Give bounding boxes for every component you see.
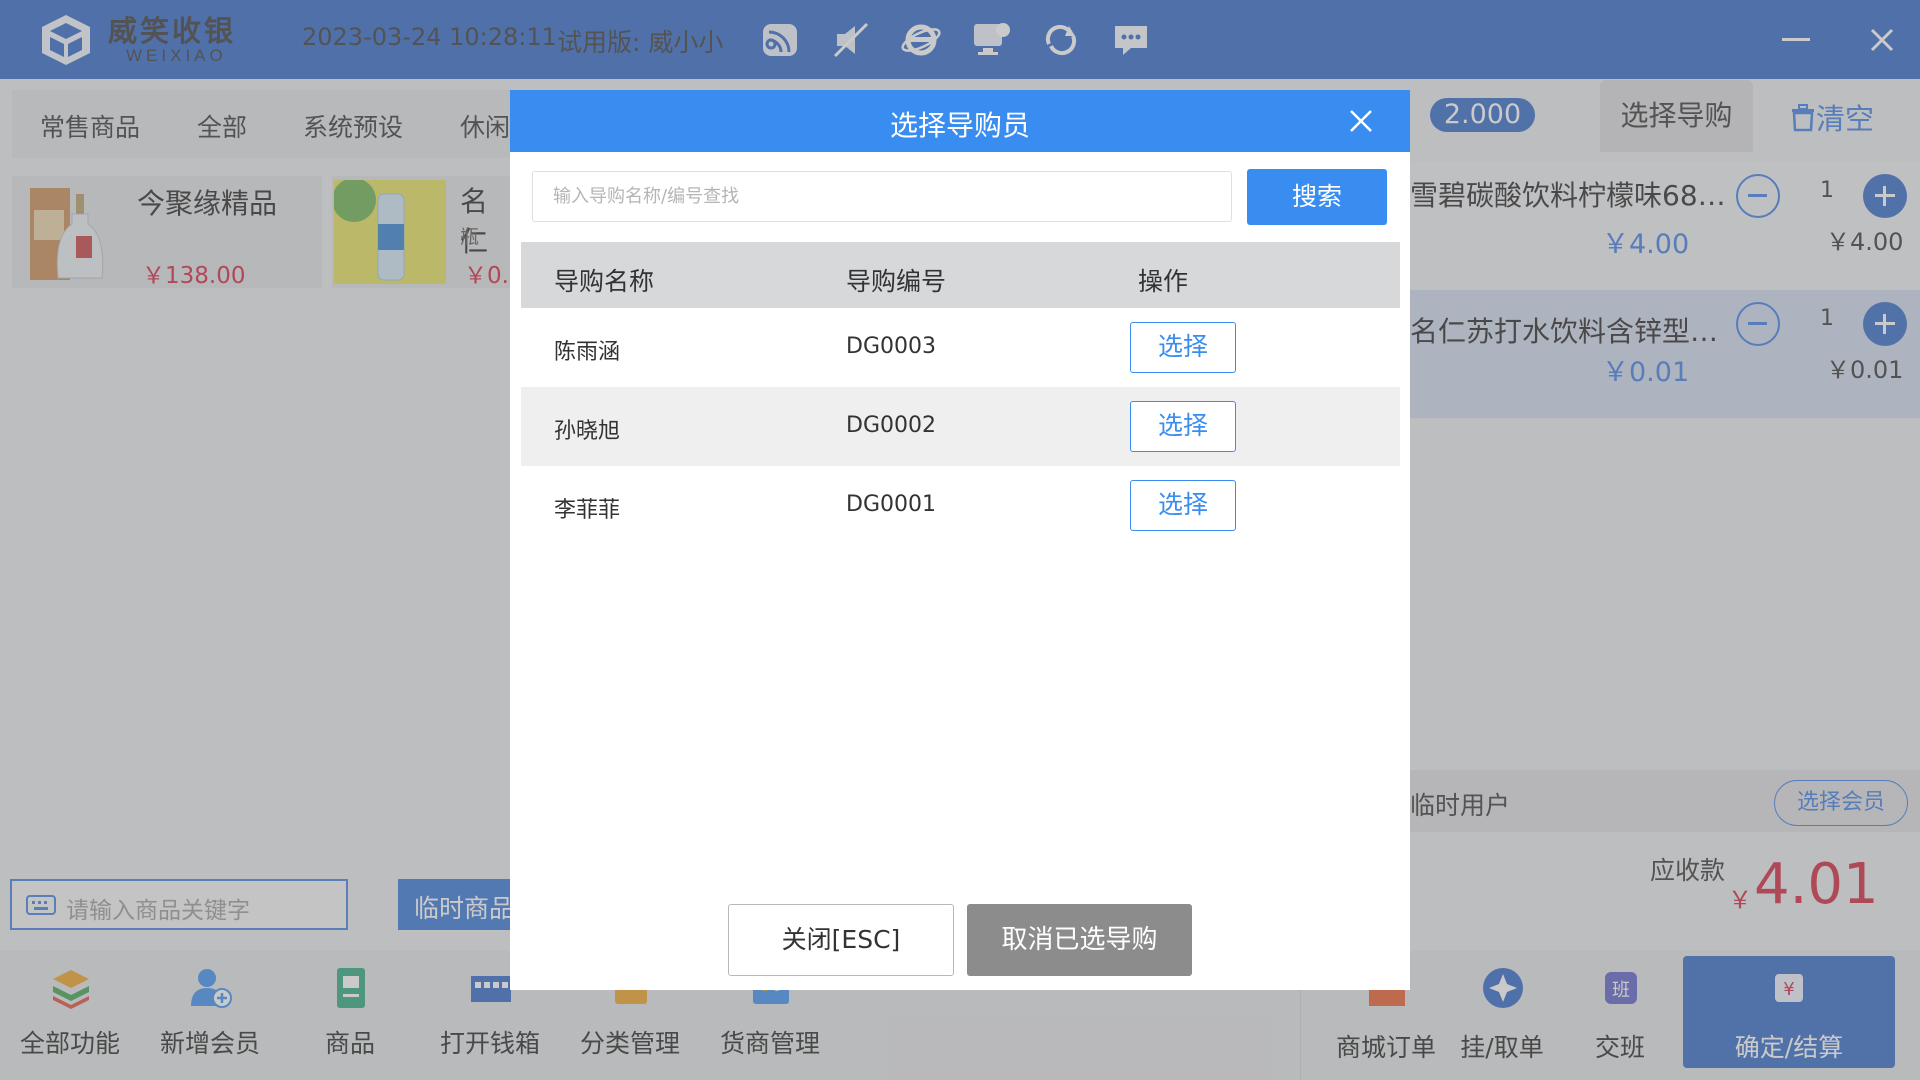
guide-search-input[interactable] (532, 171, 1232, 222)
table-row: 李菲菲 DG0001 选择 (521, 466, 1400, 545)
column-header: 导购编号 (846, 267, 947, 296)
table-row: 孙晓旭 DG0002 选择 (521, 387, 1400, 466)
close-icon[interactable] (1348, 108, 1374, 134)
search-button[interactable]: 搜索 (1247, 169, 1387, 225)
guide-code: DG0001 (846, 492, 936, 517)
select-guide-button[interactable]: 选择 (1130, 480, 1236, 531)
guide-name: 李菲菲 (554, 498, 621, 523)
table-row: 陈雨涵 DG0003 选择 (521, 308, 1400, 387)
table-header: 导购名称 导购编号 操作 (521, 242, 1400, 308)
guide-name: 陈雨涵 (554, 340, 621, 365)
column-header: 操作 (1138, 267, 1189, 296)
guide-name: 孙晓旭 (554, 419, 621, 444)
select-guide-button[interactable]: 选择 (1130, 322, 1236, 373)
close-dialog-button[interactable]: 关闭[ESC] (728, 904, 954, 976)
guide-code: DG0003 (846, 334, 936, 359)
guide-code: DG0002 (846, 413, 936, 438)
dialog-title: 选择导购员 (889, 109, 1030, 142)
select-guide-dialog: 选择导购员 搜索 导购名称 导购编号 操作 陈雨涵 DG0003 选择 孙晓旭 … (510, 90, 1410, 990)
select-guide-button[interactable]: 选择 (1130, 401, 1236, 452)
cancel-guide-button[interactable]: 取消已选导购 (967, 904, 1192, 976)
dialog-header: 选择导购员 (510, 90, 1410, 152)
column-header: 导购名称 (554, 267, 655, 296)
